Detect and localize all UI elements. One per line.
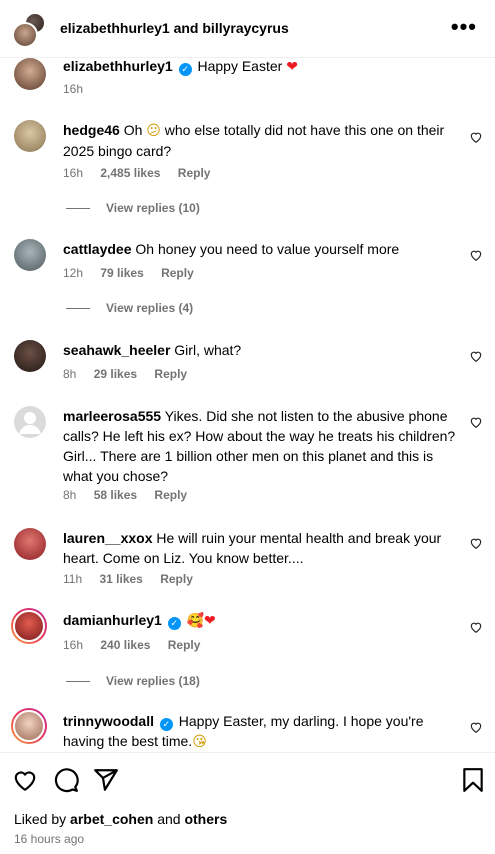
- comment-username[interactable]: hedge46: [63, 122, 120, 138]
- divider: [66, 681, 90, 683]
- comment-meta: 11h 31 likes Reply: [63, 572, 207, 586]
- reply-button[interactable]: Reply: [154, 367, 187, 381]
- avatar[interactable]: [14, 58, 46, 90]
- avatar[interactable]: [14, 528, 46, 560]
- view-replies-button[interactable]: View replies (4): [66, 301, 193, 315]
- comment-meta: 12h 79 likes Reply: [63, 266, 208, 280]
- heart-icon[interactable]: [469, 130, 483, 144]
- comment-time: 8h: [63, 488, 77, 502]
- verified-badge-icon: ✓: [178, 63, 192, 76]
- comment-body: Girl, what?: [174, 342, 242, 358]
- comment-username[interactable]: trinnywoodall: [63, 713, 154, 729]
- comment-text: hedge46 Oh 😕 who else totally did not ha…: [63, 120, 458, 161]
- default-avatar-icon[interactable]: [14, 406, 46, 438]
- comment-username[interactable]: damianhurley1: [63, 612, 162, 628]
- reply-button[interactable]: Reply: [160, 572, 193, 586]
- comment-username[interactable]: seahawk_heeler: [63, 342, 170, 358]
- reply-button[interactable]: Reply: [161, 266, 194, 280]
- comment-time: 12h: [63, 266, 84, 280]
- avatar[interactable]: [12, 22, 38, 48]
- more-options-icon[interactable]: •••: [451, 14, 477, 40]
- liked-by-summary: Liked by arbet_cohen and others: [14, 811, 227, 827]
- caption-username[interactable]: elizabethhurley1: [63, 58, 173, 74]
- reply-button[interactable]: Reply: [178, 166, 211, 180]
- like-count[interactable]: 2,485 likes: [100, 166, 160, 180]
- liked-by-others[interactable]: others: [184, 811, 227, 827]
- heart-icon[interactable]: [469, 720, 483, 734]
- divider: [66, 308, 90, 310]
- post-header: elizabethhurley1 and billyraycyrus •••: [0, 0, 495, 58]
- comment-text: seahawk_heeler Girl, what?: [63, 340, 458, 360]
- view-replies-button[interactable]: View replies (18): [66, 674, 200, 688]
- comment-text: marleerosa555 Yikes. Did she not listen …: [63, 406, 458, 486]
- caption-time: 16h: [63, 82, 84, 96]
- caption-text: elizabethhurley1 ✓ Happy Easter ❤: [63, 56, 458, 77]
- comment-body: Oh honey you need to value yourself more: [135, 241, 400, 257]
- avatar[interactable]: [14, 340, 46, 372]
- comment-time: 16h: [63, 638, 84, 652]
- avatar[interactable]: [14, 239, 46, 271]
- comment-username[interactable]: cattlaydee: [63, 241, 131, 257]
- comment-text: damianhurley1 ✓ 🥰❤: [63, 610, 458, 631]
- comment-text: cattlaydee Oh honey you need to value yo…: [63, 239, 458, 259]
- collab-avatars[interactable]: [12, 12, 48, 48]
- red-heart-emoji: ❤: [204, 613, 216, 629]
- avatar[interactable]: [13, 710, 45, 742]
- like-count[interactable]: 79 likes: [100, 266, 143, 280]
- red-heart-emoji: ❤: [286, 59, 298, 75]
- view-replies-label: View replies (10): [106, 201, 200, 215]
- comment-time: 11h: [63, 572, 83, 586]
- like-count[interactable]: 31 likes: [99, 572, 142, 586]
- heart-icon[interactable]: [469, 248, 483, 262]
- heart-icon[interactable]: [469, 620, 483, 634]
- verified-badge-icon: ✓: [159, 718, 173, 731]
- comment-time: 8h: [63, 367, 77, 381]
- comment-meta: 16h 240 likes Reply: [63, 638, 214, 652]
- liked-by-label: Liked by: [14, 811, 67, 827]
- confused-face-emoji: 😕: [146, 123, 161, 139]
- comment-icon[interactable]: [53, 767, 79, 793]
- comment-meta: 16h 2,485 likes Reply: [63, 166, 224, 180]
- comment-meta: 8h 58 likes Reply: [63, 488, 201, 502]
- comment-meta: 8h 29 likes Reply: [63, 367, 201, 381]
- like-count[interactable]: 58 likes: [94, 488, 137, 502]
- avatar-story-ring[interactable]: [11, 608, 47, 644]
- heart-icon[interactable]: [469, 536, 483, 550]
- view-replies-button[interactable]: View replies (10): [66, 201, 200, 215]
- comment-username[interactable]: marleerosa555: [63, 408, 161, 424]
- post-authors[interactable]: elizabethhurley1 and billyraycyrus: [60, 20, 289, 36]
- avatar[interactable]: [13, 610, 45, 642]
- avatar-story-ring[interactable]: [11, 708, 47, 744]
- verified-badge-icon: ✓: [167, 617, 181, 630]
- heart-icon[interactable]: [469, 415, 483, 429]
- smiling-hearts-emoji: 🥰: [186, 613, 205, 629]
- post-action-bar: Liked by arbet_cohen and others 16 hours…: [0, 752, 495, 854]
- divider: [66, 208, 90, 210]
- like-heart-icon[interactable]: [12, 767, 38, 793]
- like-count[interactable]: 240 likes: [100, 638, 150, 652]
- liked-by-and: and: [157, 811, 181, 827]
- heart-icon[interactable]: [469, 349, 483, 363]
- comment-body: who else totally did not have this one o…: [63, 122, 445, 159]
- like-count[interactable]: 29 likes: [94, 367, 137, 381]
- comment-text: trinnywoodall ✓ Happy Easter, my darling…: [63, 711, 458, 752]
- comment-time: 16h: [63, 166, 84, 180]
- comment-body: Oh: [123, 122, 143, 138]
- caption-body: Happy Easter: [197, 58, 283, 74]
- view-replies-label: View replies (4): [106, 301, 194, 315]
- comment-username[interactable]: lauren__xxox: [63, 530, 153, 546]
- post-timestamp: 16 hours ago: [14, 832, 85, 846]
- view-replies-label: View replies (18): [106, 674, 200, 688]
- comment-text: lauren__xxox He will ruin your mental he…: [63, 528, 458, 568]
- liked-by-username[interactable]: arbet_cohen: [70, 811, 153, 827]
- reply-button[interactable]: Reply: [168, 638, 201, 652]
- avatar[interactable]: [14, 120, 46, 152]
- share-icon[interactable]: [93, 767, 119, 793]
- bookmark-icon[interactable]: [460, 767, 486, 793]
- reply-button[interactable]: Reply: [154, 488, 187, 502]
- caption-meta: 16h: [63, 82, 97, 96]
- kissing-face-emoji: 😘: [192, 734, 207, 750]
